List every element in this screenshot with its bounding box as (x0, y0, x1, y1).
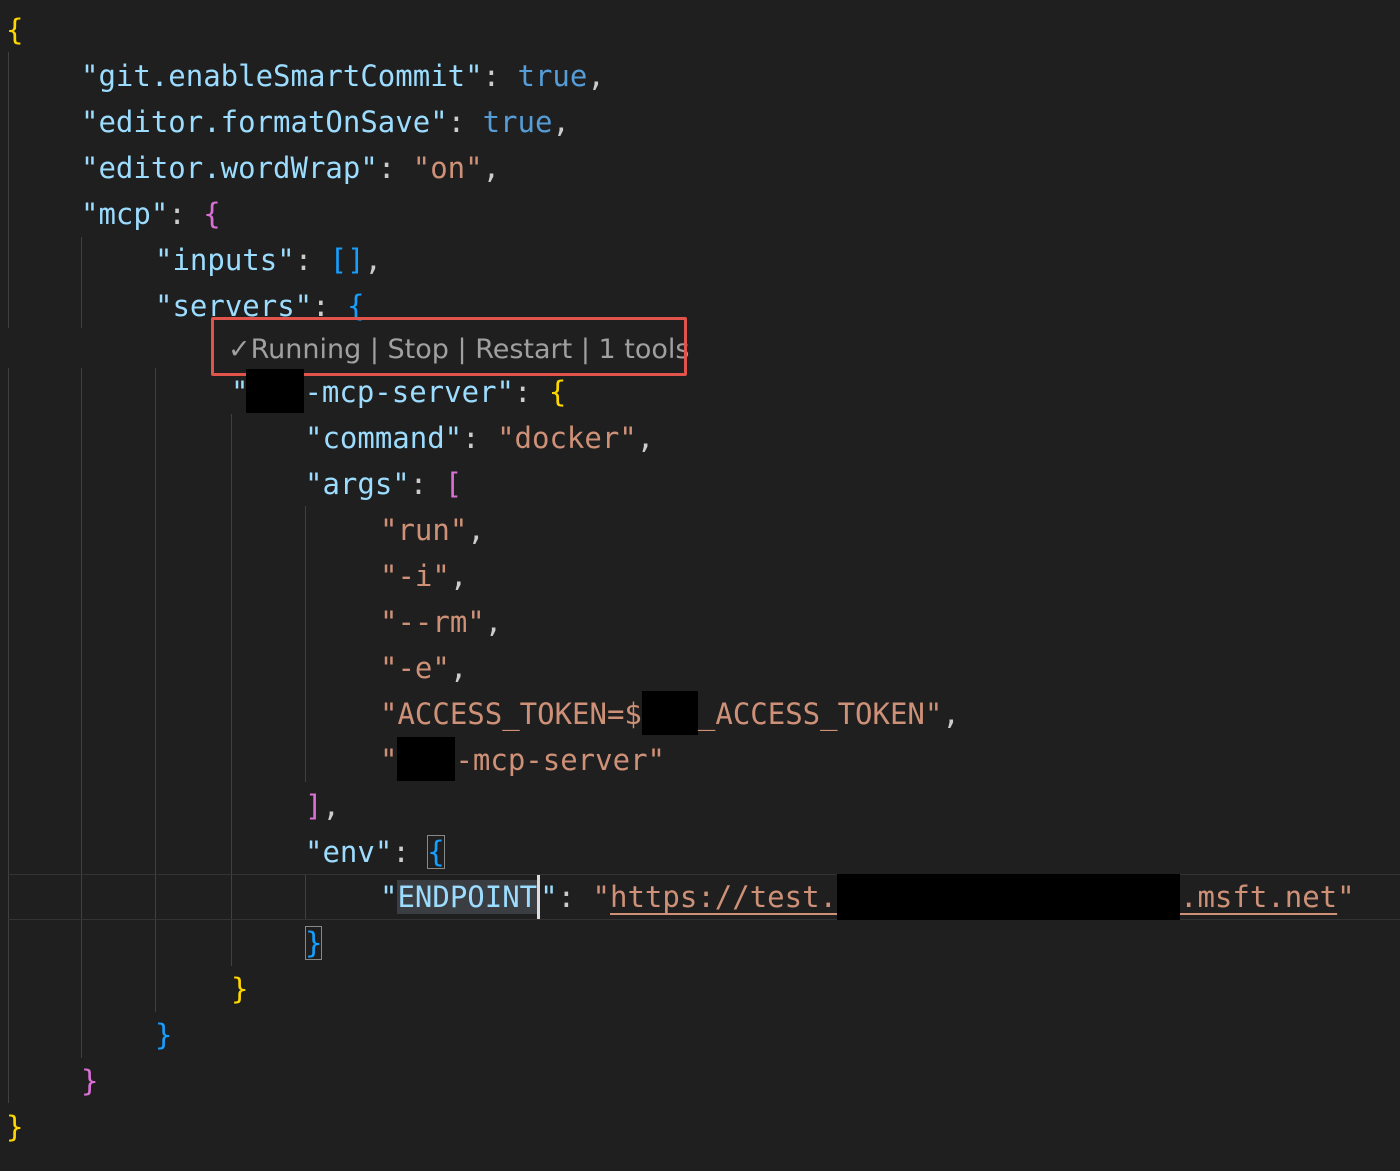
json-value: "docker" (497, 421, 637, 455)
json-value: -mcp-server" (455, 743, 665, 777)
indent-guide (8, 52, 9, 328)
code-line[interactable]: "editor.wordWrap": "on", (81, 145, 500, 191)
json-value: "on" (412, 151, 483, 185)
code-line[interactable]: "run", (380, 507, 485, 553)
annotation-highlight-box (211, 317, 687, 376)
json-key: "git.enableSmartCommit" (81, 59, 483, 93)
code-line[interactable]: "-e", (380, 645, 467, 691)
redacted-block (641, 691, 698, 735)
json-value: true (517, 59, 588, 93)
code-line[interactable]: " -mcp-server": { (231, 369, 566, 415)
code-line[interactable]: "git.enableSmartCommit": true, (81, 53, 605, 99)
json-value: "run" (380, 513, 468, 547)
json-key: -mcp-server" (304, 375, 514, 409)
code-line[interactable]: } (6, 1104, 23, 1150)
code-line[interactable]: "--rm", (380, 599, 502, 645)
code-line[interactable]: } (81, 1058, 98, 1104)
json-key: "args" (305, 467, 410, 501)
code-line[interactable]: "mcp": { (81, 191, 221, 237)
json-key: "env" (305, 835, 393, 869)
code-editor[interactable]: { "git.enableSmartCommit": true, "editor… (0, 0, 1400, 1171)
json-value: true (482, 105, 553, 139)
json-value: "ACCESS_TOKEN=$ (380, 697, 642, 731)
code-line[interactable]: } (231, 966, 248, 1012)
code-line[interactable]: } (305, 920, 323, 966)
indent-guide (81, 237, 82, 328)
code-line[interactable]: " -mcp-server" (380, 737, 665, 783)
json-key: "editor.formatOnSave" (81, 105, 448, 139)
json-value: "-i" (380, 559, 450, 593)
code-line[interactable]: { (6, 7, 23, 53)
json-key: "mcp" (81, 197, 169, 231)
code-line[interactable]: "-i", (380, 553, 467, 599)
json-value: _ACCESS_TOKEN" (697, 697, 943, 731)
indent-guide (8, 368, 9, 1103)
indent-guide (305, 506, 306, 782)
indent-guide (81, 368, 82, 1058)
code-line[interactable]: "env": { (305, 829, 445, 875)
code-line[interactable]: "command": "docker", (305, 415, 654, 461)
code-line[interactable]: "ENDPOINT ": "https://test. .msft.net" (380, 874, 1355, 920)
code-line[interactable]: "editor.formatOnSave": true, (81, 99, 570, 145)
json-key: "inputs" (155, 243, 295, 277)
redacted-block (397, 737, 456, 781)
code-line[interactable]: "inputs": [], (155, 237, 382, 283)
code-line[interactable]: "ACCESS_TOKEN=$ _ACCESS_TOKEN", (380, 691, 960, 737)
json-value: "--rm" (380, 605, 485, 639)
endpoint-url-link[interactable]: https://test. (610, 880, 837, 914)
json-key-selected: ENDPOINT (397, 880, 538, 914)
redacted-block (246, 369, 305, 413)
redacted-block (837, 874, 1180, 920)
json-key: "command" (305, 421, 463, 455)
endpoint-url-link[interactable]: .msft.net (1180, 880, 1337, 914)
code-line[interactable]: "args": [ (305, 461, 462, 507)
code-line[interactable]: } (155, 1012, 172, 1058)
json-value: "-e" (380, 651, 450, 685)
code-line[interactable]: ], (305, 783, 340, 829)
json-key: "editor.wordWrap" (81, 151, 378, 185)
